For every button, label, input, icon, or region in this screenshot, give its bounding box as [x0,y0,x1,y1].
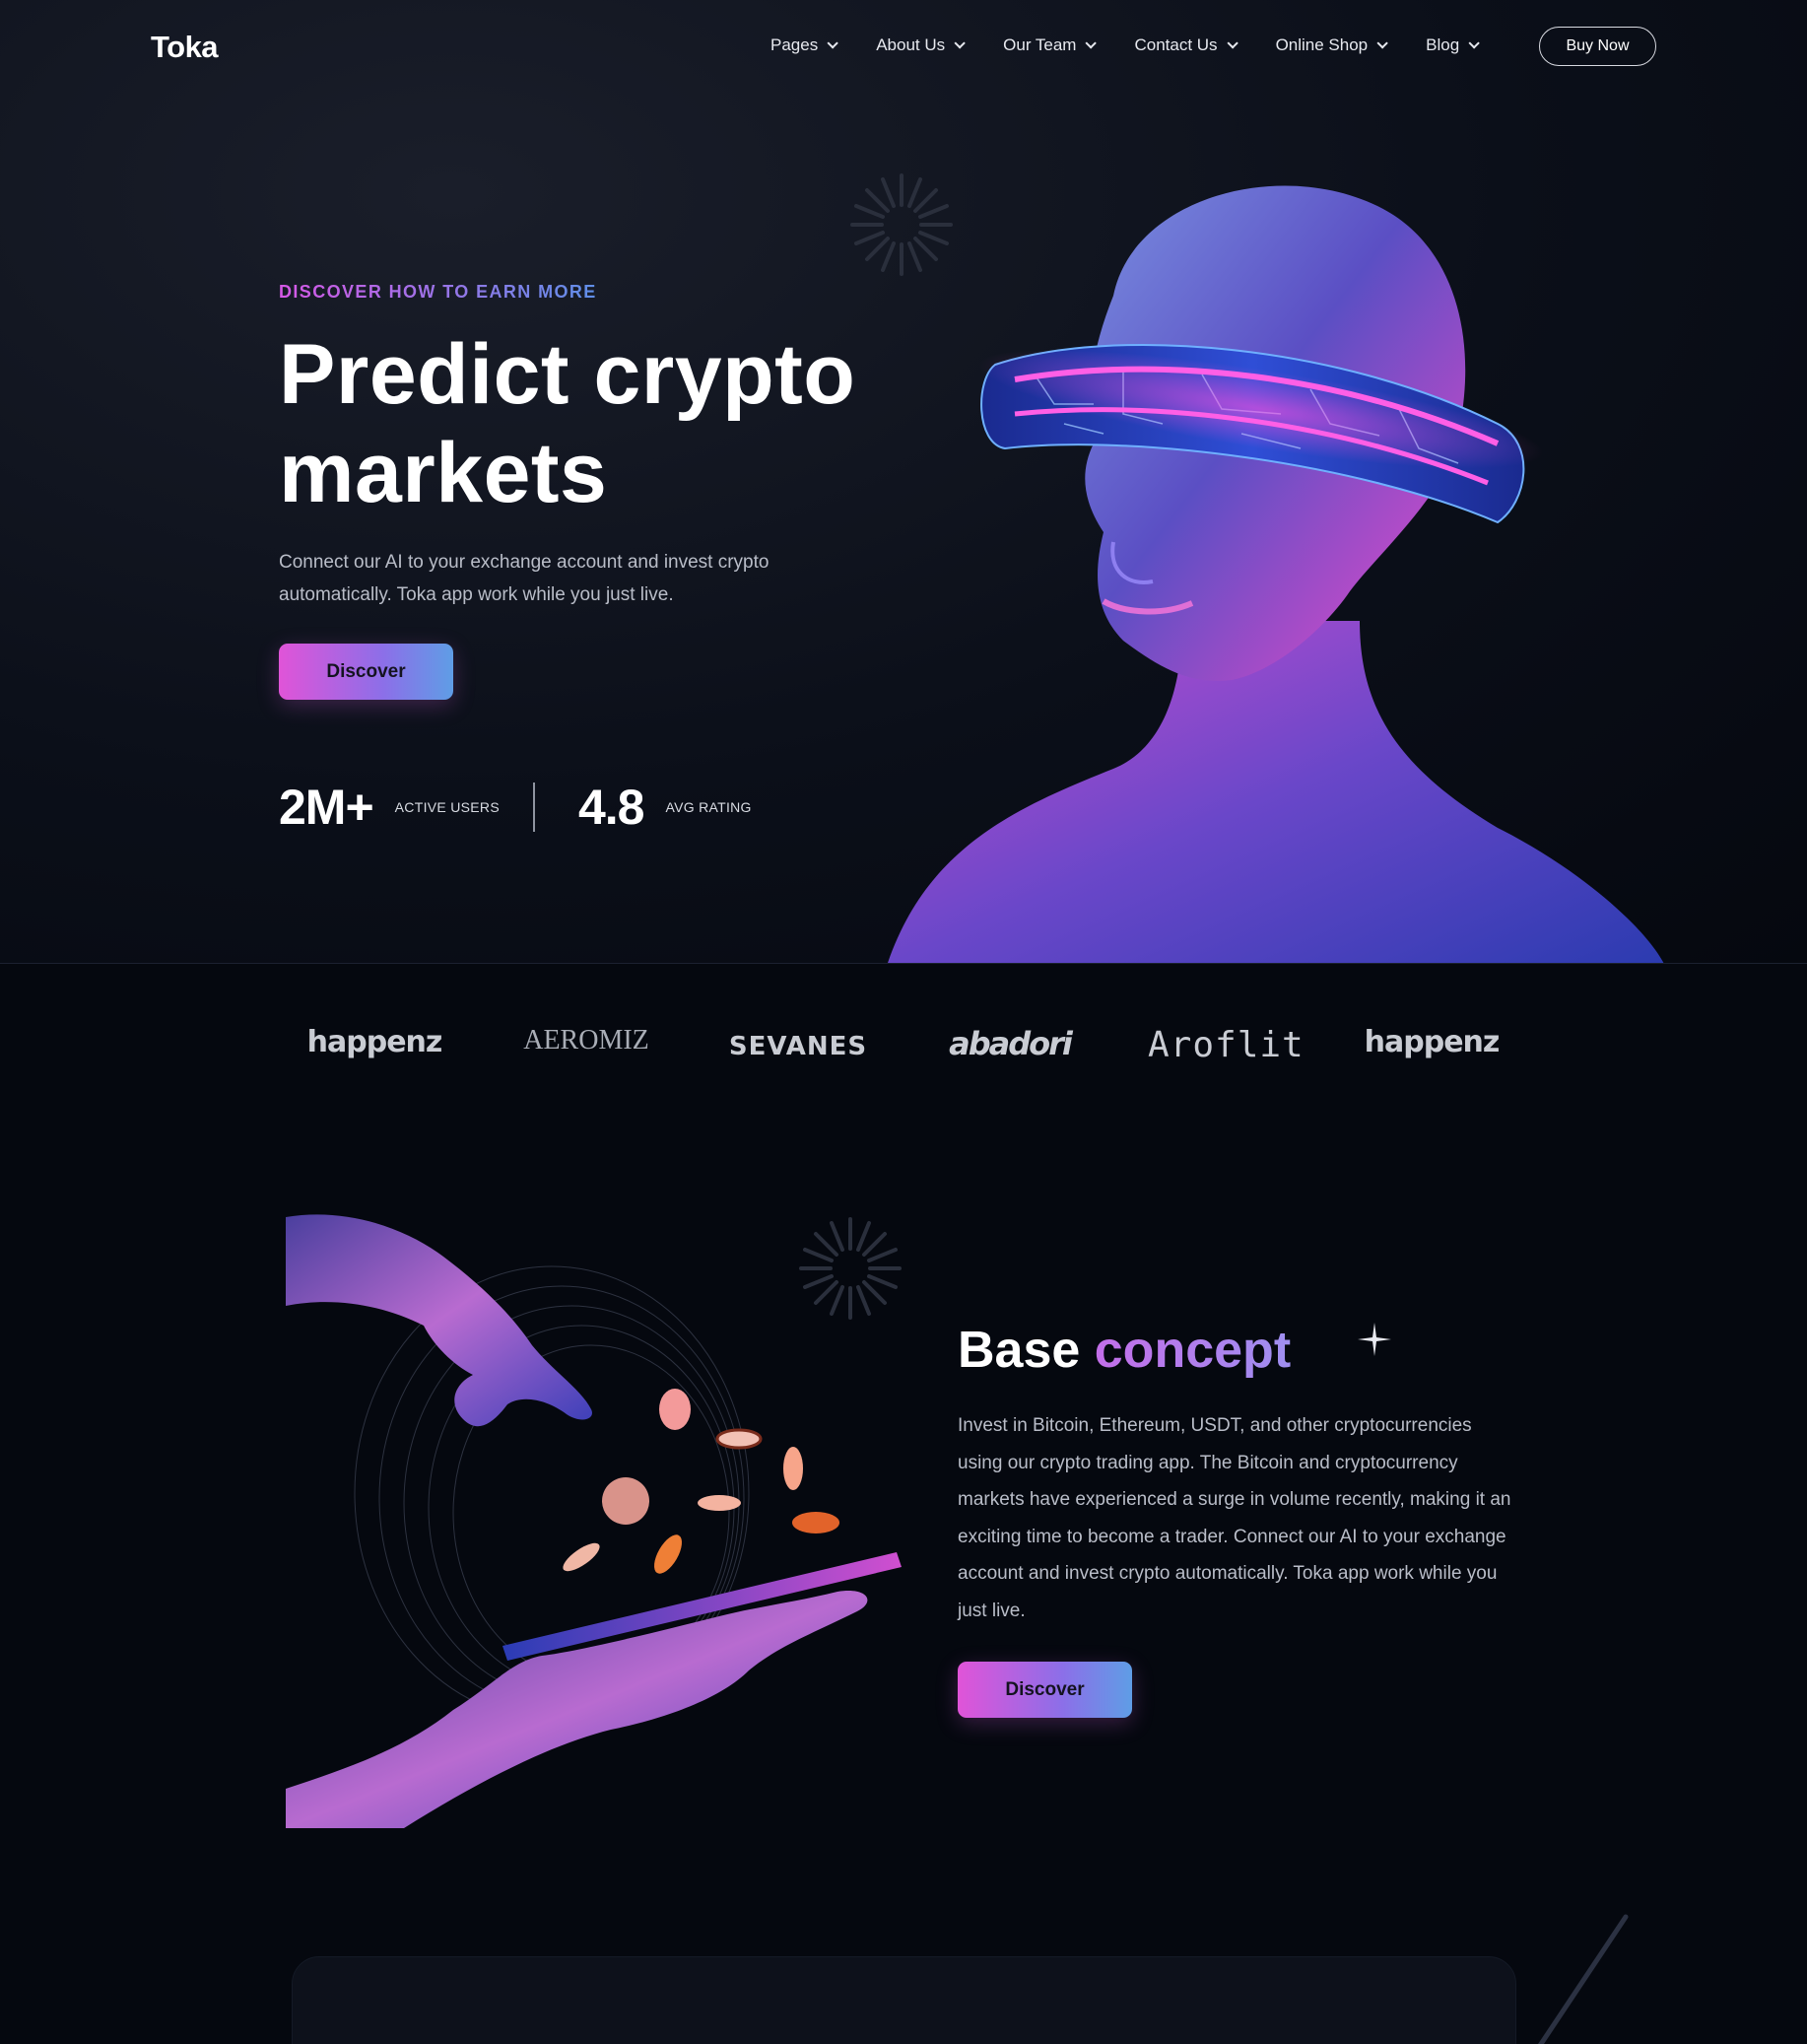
hero-head-illustration [888,185,1664,963]
buy-now-button[interactable]: Buy Now [1539,27,1656,66]
stat-divider [532,783,535,832]
menu-item-about-us[interactable]: About Us [876,35,966,55]
partner-logos: happenz AEROMIZ SEVANES abadori Aroflit … [0,986,1807,1104]
chevron-down-icon [954,37,966,49]
main-menu: Pages About Us Our Team Contact Us Onlin… [770,35,1517,55]
section-title-plain: Base [958,1322,1081,1379]
stat-label: ACTIVE USERS [394,799,500,815]
partner-logo[interactable]: SEVANES [724,1032,872,1061]
stat-value: 2M+ [279,780,374,835]
menu-item-label: Contact Us [1134,35,1218,54]
menu-item-label: Our Team [1003,35,1077,54]
menu-item-contact-us[interactable]: Contact Us [1134,35,1238,55]
section-body: Invest in Bitcoin, Ethereum, USDT, and o… [958,1415,1511,1621]
chevron-down-icon [1468,37,1480,49]
section-title-accent: concept [1094,1322,1292,1379]
sparkle-icon [1358,1323,1391,1356]
hero-eyebrow: DISCOVER HOW TO EARN MORE [279,282,597,302]
menu-item-pages[interactable]: Pages [770,35,838,55]
hero-stats: 2M+ ACTIVE USERS 4.8 AVG RATING [279,779,752,836]
hero-title: Predict crypto markets [279,325,919,522]
chevron-down-icon [827,37,838,49]
top-navigation: Toka Pages About Us Our Team Contact Us … [0,0,1807,94]
hero-title-line: Predict crypto [279,327,856,422]
hero-description: Connect our AI to your exchange account … [279,552,770,605]
section-title: Base concept [958,1321,1291,1380]
partner-logo[interactable]: happenz [1358,1025,1506,1059]
stat-value: 4.8 [577,780,645,835]
menu-item-label: Pages [770,35,819,54]
hands-coins-illustration [286,1214,902,1828]
menu-item-blog[interactable]: Blog [1426,35,1480,55]
hero-section: Toka Pages About Us Our Team Contact Us … [0,0,1807,964]
partner-logo[interactable]: AEROMIZ [512,1025,660,1056]
decorative-line-icon [1537,1914,1629,2044]
feature-card [292,1956,1516,2044]
discover-button[interactable]: Discover [958,1662,1132,1718]
menu-item-label: Online Shop [1275,35,1369,54]
menu-item-label: About Us [876,35,946,54]
discover-button[interactable]: Discover [279,644,453,700]
partner-logo[interactable]: Aroflit [1148,1025,1304,1065]
menu-item-label: Blog [1426,35,1460,54]
site-logo[interactable]: Toka [151,30,219,65]
hero-title-line: markets [279,426,608,520]
chevron-down-icon [1376,37,1388,49]
menu-item-online-shop[interactable]: Online Shop [1275,35,1388,55]
partner-logo[interactable]: abadori [936,1025,1084,1062]
stat-label: AVG RATING [665,799,752,815]
chevron-down-icon [1085,37,1098,49]
partner-logo[interactable]: happenz [301,1025,448,1059]
menu-item-our-team[interactable]: Our Team [1003,35,1098,55]
chevron-down-icon [1227,37,1238,49]
